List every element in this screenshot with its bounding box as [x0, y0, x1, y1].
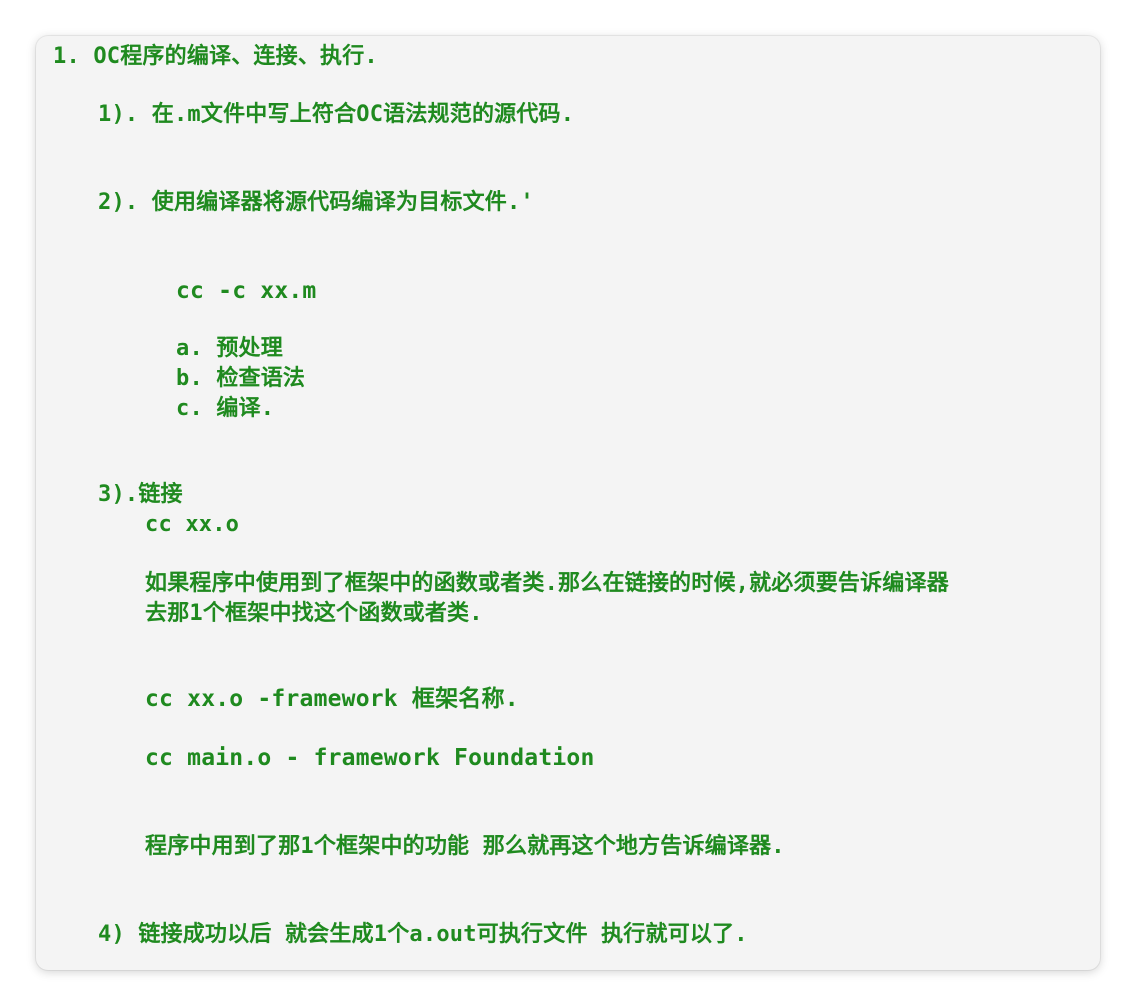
substep-a: a. 预处理 — [176, 336, 283, 361]
framework-explanation-line-1: 如果程序中使用到了框架中的函数或者类.那么在链接的时候,就必须要告诉编译器 — [145, 571, 949, 596]
compile-command: cc -c xx.m — [176, 278, 317, 304]
notes-window: 1. OC程序的编译、连接、执行. 1). 在.m文件中写上符合OC语法规范的源… — [36, 36, 1100, 970]
step-4: 4) 链接成功以后 就会生成1个a.out可执行文件 执行就可以了. — [98, 922, 748, 947]
substep-c: c. 编译. — [176, 396, 275, 421]
framework-command: cc xx.o -framework 框架名称. — [145, 686, 519, 712]
link-command: cc xx.o — [145, 512, 240, 537]
step-2: 2). 使用编译器将源代码编译为目标文件.' — [98, 190, 534, 215]
substep-b: b. 检查语法 — [176, 366, 306, 391]
framework-note: 程序中用到了那1个框架中的功能 那么就再这个地方告诉编译器. — [145, 834, 785, 859]
foundation-command: cc main.o - framework Foundation — [145, 745, 595, 771]
step-1: 1). 在.m文件中写上符合OC语法规范的源代码. — [98, 102, 575, 127]
heading: 1. OC程序的编译、连接、执行. — [53, 44, 378, 69]
step-3: 3).链接 — [98, 482, 183, 507]
framework-explanation-line-2: 去那1个框架中找这个函数或者类. — [145, 601, 483, 626]
